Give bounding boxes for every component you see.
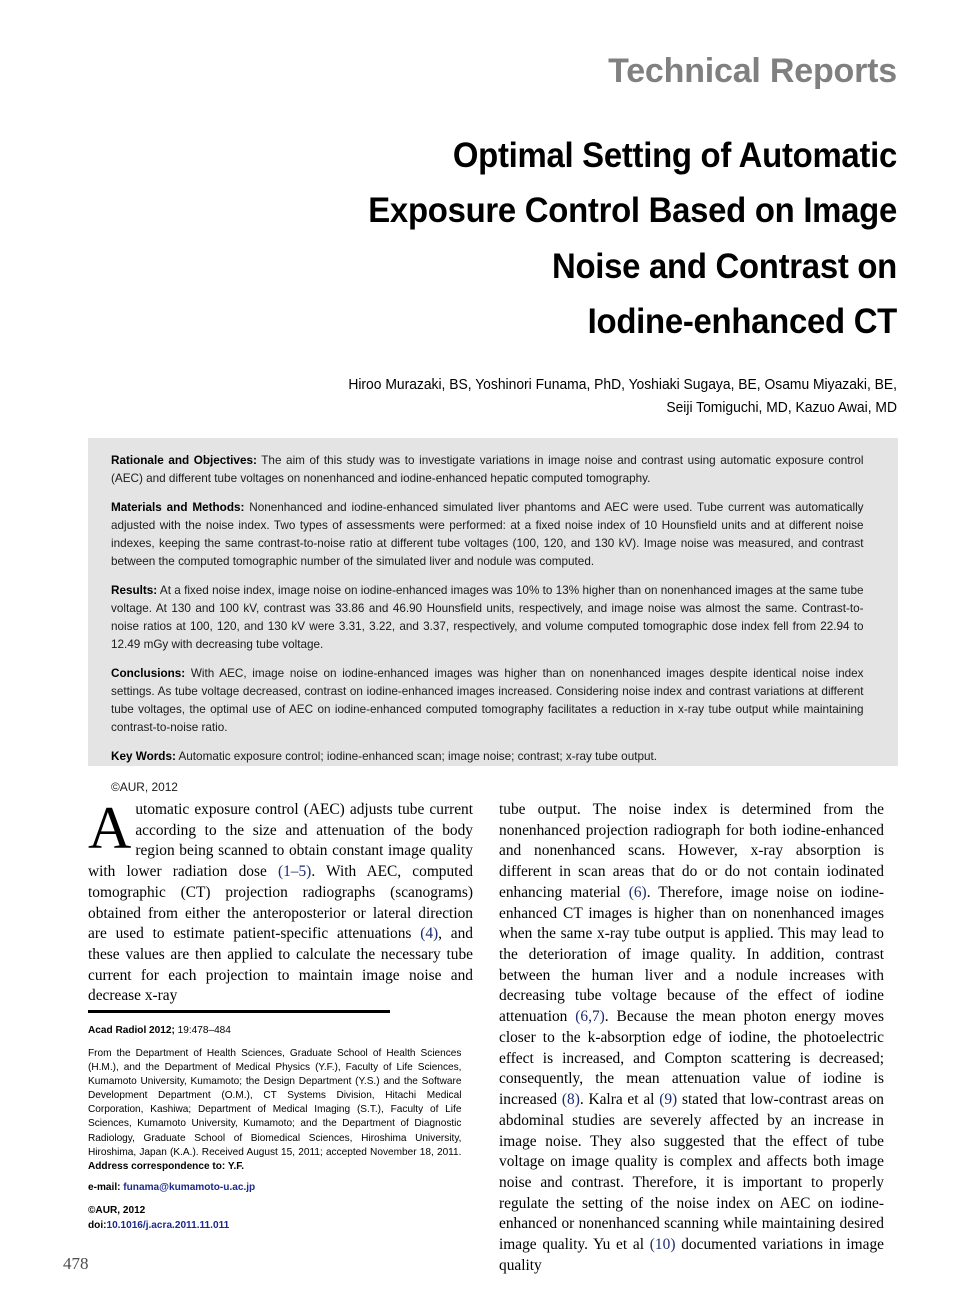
citation-ref[interactable]: (1–5): [278, 863, 311, 880]
journal-citation-pages: 19:478–484: [174, 1024, 231, 1036]
doi-note: doi:10.1016/j.acra.2011.11.011: [88, 1219, 461, 1233]
abstract-copyright: ©AUR, 2012: [111, 779, 178, 794]
page-number: 478: [63, 1254, 89, 1273]
affiliation-note: From the Department of Health Sciences, …: [88, 1047, 461, 1174]
title-line-3: Noise and Contrast on: [551, 246, 897, 286]
abstract-results-label: Results:: [111, 582, 158, 597]
citation-ref[interactable]: (6): [629, 884, 647, 901]
doi-label: doi:: [88, 1220, 107, 1232]
drop-cap: A: [88, 795, 132, 861]
footnote-block: Acad Radiol 2012; 19:478–484 From the De…: [88, 1010, 473, 1233]
correspondence-initials: Y.F.: [225, 1160, 245, 1172]
abstract-methods-label: Materials and Methods:: [111, 499, 245, 514]
intro-paragraph: Automatic exposure control (AEC) adjusts…: [88, 795, 473, 1007]
author-list: Hiroo Murazaki, BS, Yoshinori Funama, Ph…: [147, 374, 897, 421]
citation-ref[interactable]: (4): [420, 925, 438, 942]
abstract-keywords-label: Key Words:: [111, 748, 176, 763]
right-text-2: . Therefore, image noise on iodine-enhan…: [499, 883, 884, 1026]
journal-citation-bold: Acad Radiol 2012;: [88, 1024, 175, 1036]
author-line-2: Seiji Tomiguchi, MD, Kazuo Awai, MD: [666, 400, 897, 417]
right-text-4: . Kalra et al: [579, 1091, 660, 1109]
correspondence-label: Address correspondence to:: [88, 1160, 226, 1172]
email-link[interactable]: funama@kumamoto-u.ac.jp: [123, 1182, 255, 1193]
author-line-1: Hiroo Murazaki, BS, Yoshinori Funama, Ph…: [348, 377, 897, 393]
intro-paragraph-continued: tube output. The noise index is determin…: [499, 800, 884, 1277]
journal-citation: Acad Radiol 2012; 19:478–484: [88, 1024, 461, 1038]
title-line-1: Optimal Setting of Automatic: [452, 136, 897, 175]
abstract-keywords: Key Words: Automatic exposure control; i…: [111, 748, 864, 766]
abstract-methods: Materials and Methods: Nonenhanced and i…: [111, 499, 864, 571]
abstract-results: Results: At a fixed noise index, image n…: [111, 582, 864, 654]
body-column-left: Automatic exposure control (AEC) adjusts…: [88, 795, 473, 1007]
abstract-keywords-text: Automatic exposure control; iodine-enhan…: [175, 748, 658, 763]
abstract-conclusions-label: Conclusions:: [111, 665, 186, 680]
section-header: Technical Reports: [608, 52, 897, 90]
right-text-5: stated that low-contrast areas on abdomi…: [499, 1091, 884, 1254]
email-note: e-mail: funama@kumamoto-u.ac.jp: [88, 1181, 461, 1195]
citation-ref[interactable]: (6,7): [575, 1008, 605, 1025]
footnote-divider: [88, 1010, 390, 1013]
aur-copyright: ©AUR, 2012: [88, 1205, 146, 1217]
affiliation-text: From the Department of Health Sciences, …: [88, 1047, 462, 1158]
citation-ref[interactable]: (9): [659, 1091, 677, 1108]
abstract-results-text: At a fixed noise index, image noise on i…: [111, 582, 864, 651]
page-title: Optimal Setting of Automatic Exposure Co…: [145, 128, 897, 349]
doi-link[interactable]: 10.1016/j.acra.2011.11.011: [106, 1220, 229, 1231]
title-line-2: Exposure Control Based on Image: [368, 191, 897, 231]
abstract-rationale-label: Rationale and Objectives:: [111, 453, 257, 467]
citation-ref[interactable]: (10): [650, 1236, 676, 1253]
abstract-rationale: Rationale and Objectives: The aim of thi…: [111, 452, 864, 488]
citation-ref[interactable]: (8): [562, 1091, 580, 1108]
email-label: e-mail:: [88, 1182, 124, 1193]
abstract-conclusions: Conclusions: With AEC, image noise on io…: [111, 665, 864, 737]
abstract-box: Rationale and Objectives: The aim of thi…: [88, 438, 898, 794]
body-column-right: tube output. The noise index is determin…: [499, 800, 884, 1277]
abstract-conclusions-text: With AEC, image noise on iodine-enhanced…: [111, 665, 864, 734]
title-line-4: Iodine-enhanced CT: [587, 301, 898, 341]
